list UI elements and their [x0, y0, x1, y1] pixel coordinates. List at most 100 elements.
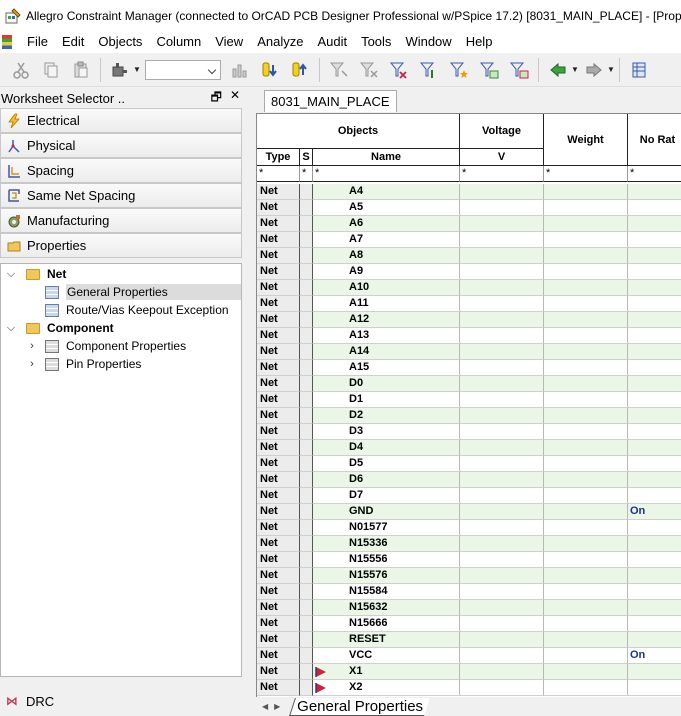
cell-no-rat[interactable]: [628, 552, 681, 568]
cell-s[interactable]: [300, 472, 313, 488]
cell-name[interactable]: A15: [313, 360, 460, 376]
cell-type[interactable]: Net: [257, 632, 300, 648]
cell-name[interactable]: A11: [313, 296, 460, 312]
filter-voltage[interactable]: *: [460, 166, 544, 182]
menu-file[interactable]: File: [20, 31, 55, 53]
table-row[interactable]: Net N15576: [257, 568, 681, 584]
tree-folder-component[interactable]: ⌵ Component: [1, 319, 241, 337]
cell-name[interactable]: D3: [313, 424, 460, 440]
cell-no-rat[interactable]: On: [628, 504, 681, 520]
filter-no-rat[interactable]: *: [628, 166, 681, 182]
cell-voltage[interactable]: [460, 552, 544, 568]
filter-net-icon[interactable]: [387, 58, 411, 82]
scroll-left-icon[interactable]: ◀: [262, 702, 268, 711]
cell-type[interactable]: Net: [257, 360, 300, 376]
cell-name[interactable]: A9: [313, 264, 460, 280]
cell-no-rat[interactable]: [628, 392, 681, 408]
cell-type[interactable]: Net: [257, 392, 300, 408]
cell-weight[interactable]: [544, 632, 628, 648]
cell-no-rat[interactable]: [628, 264, 681, 280]
paste-icon[interactable]: [69, 58, 93, 82]
tab-8031-main-place[interactable]: 8031_MAIN_PLACE: [264, 90, 397, 112]
cell-weight[interactable]: [544, 584, 628, 600]
back-arrow-icon[interactable]: [546, 58, 570, 82]
cell-type[interactable]: Net: [257, 408, 300, 424]
cell-type[interactable]: Net: [257, 536, 300, 552]
header-no-rat[interactable]: No Rat: [628, 114, 681, 166]
cell-weight[interactable]: [544, 200, 628, 216]
copy-icon[interactable]: [39, 58, 63, 82]
filter-clear-icon[interactable]: [357, 58, 381, 82]
cell-voltage[interactable]: [460, 376, 544, 392]
cell-no-rat[interactable]: [628, 312, 681, 328]
tree-item-route-vias-keepout[interactable]: Route/Vias Keepout Exception: [1, 301, 241, 319]
cell-name[interactable]: A13: [313, 328, 460, 344]
cell-type[interactable]: Net: [257, 328, 300, 344]
cell-weight[interactable]: [544, 392, 628, 408]
filter-s[interactable]: *: [300, 166, 313, 182]
table-row[interactable]: Net D3: [257, 424, 681, 440]
category-same-net-spacing[interactable]: Same Net Spacing: [0, 183, 242, 208]
cell-weight[interactable]: [544, 648, 628, 664]
cell-name[interactable]: A8: [313, 248, 460, 264]
cell-weight[interactable]: [544, 488, 628, 504]
cell-s[interactable]: [300, 552, 313, 568]
cell-no-rat[interactable]: [628, 488, 681, 504]
cell-type[interactable]: Net: [257, 616, 300, 632]
cell-voltage[interactable]: [460, 536, 544, 552]
cell-weight[interactable]: [544, 456, 628, 472]
cell-weight[interactable]: [544, 280, 628, 296]
object-tool-icon[interactable]: [108, 58, 132, 82]
cell-s[interactable]: [300, 616, 313, 632]
cell-weight[interactable]: [544, 232, 628, 248]
cell-weight[interactable]: [544, 472, 628, 488]
cell-weight[interactable]: [544, 312, 628, 328]
table-row[interactable]: Net N15336: [257, 536, 681, 552]
back-dropdown-icon[interactable]: ▼: [571, 58, 579, 82]
cell-voltage[interactable]: [460, 664, 544, 680]
forward-arrow-icon[interactable]: [582, 58, 606, 82]
cell-weight[interactable]: [544, 600, 628, 616]
cell-s[interactable]: [300, 392, 313, 408]
cell-no-rat[interactable]: [628, 184, 681, 200]
cell-name[interactable]: N15556: [313, 552, 460, 568]
cell-s[interactable]: [300, 648, 313, 664]
object-tool-dropdown-icon[interactable]: ▼: [133, 58, 141, 82]
cell-type[interactable]: Net: [257, 600, 300, 616]
cell-weight[interactable]: [544, 552, 628, 568]
cell-s[interactable]: [300, 440, 313, 456]
cell-voltage[interactable]: [460, 312, 544, 328]
cut-icon[interactable]: [9, 58, 33, 82]
cell-voltage[interactable]: [460, 232, 544, 248]
cell-name[interactable]: N15336: [313, 536, 460, 552]
category-drc[interactable]: ⋈ DRC: [0, 690, 54, 712]
cell-weight[interactable]: [544, 184, 628, 200]
cell-type[interactable]: Net: [257, 568, 300, 584]
cell-type[interactable]: Net: [257, 488, 300, 504]
cell-no-rat[interactable]: [628, 280, 681, 296]
cell-voltage[interactable]: [460, 520, 544, 536]
table-row[interactable]: Net A8: [257, 248, 681, 264]
cell-weight[interactable]: [544, 616, 628, 632]
cell-type[interactable]: Net: [257, 664, 300, 680]
cell-voltage[interactable]: [460, 680, 544, 696]
cell-name[interactable]: A12: [313, 312, 460, 328]
filter-icon[interactable]: [327, 58, 351, 82]
cell-weight[interactable]: [544, 680, 628, 696]
chevron-right-icon[interactable]: ›: [26, 358, 38, 370]
cell-no-rat[interactable]: [628, 360, 681, 376]
cell-name[interactable]: A10: [313, 280, 460, 296]
cell-voltage[interactable]: [460, 568, 544, 584]
header-name[interactable]: Name: [313, 149, 460, 166]
cell-name[interactable]: D1: [313, 392, 460, 408]
cell-s[interactable]: [300, 456, 313, 472]
cell-s[interactable]: [300, 520, 313, 536]
cell-voltage[interactable]: [460, 408, 544, 424]
tree-item-general-properties[interactable]: General Properties: [1, 283, 241, 301]
cell-type[interactable]: Net: [257, 248, 300, 264]
table-row[interactable]: Net A5: [257, 200, 681, 216]
cell-no-rat[interactable]: [628, 520, 681, 536]
cell-voltage[interactable]: [460, 184, 544, 200]
filter-name[interactable]: *: [313, 166, 460, 182]
cell-voltage[interactable]: [460, 248, 544, 264]
